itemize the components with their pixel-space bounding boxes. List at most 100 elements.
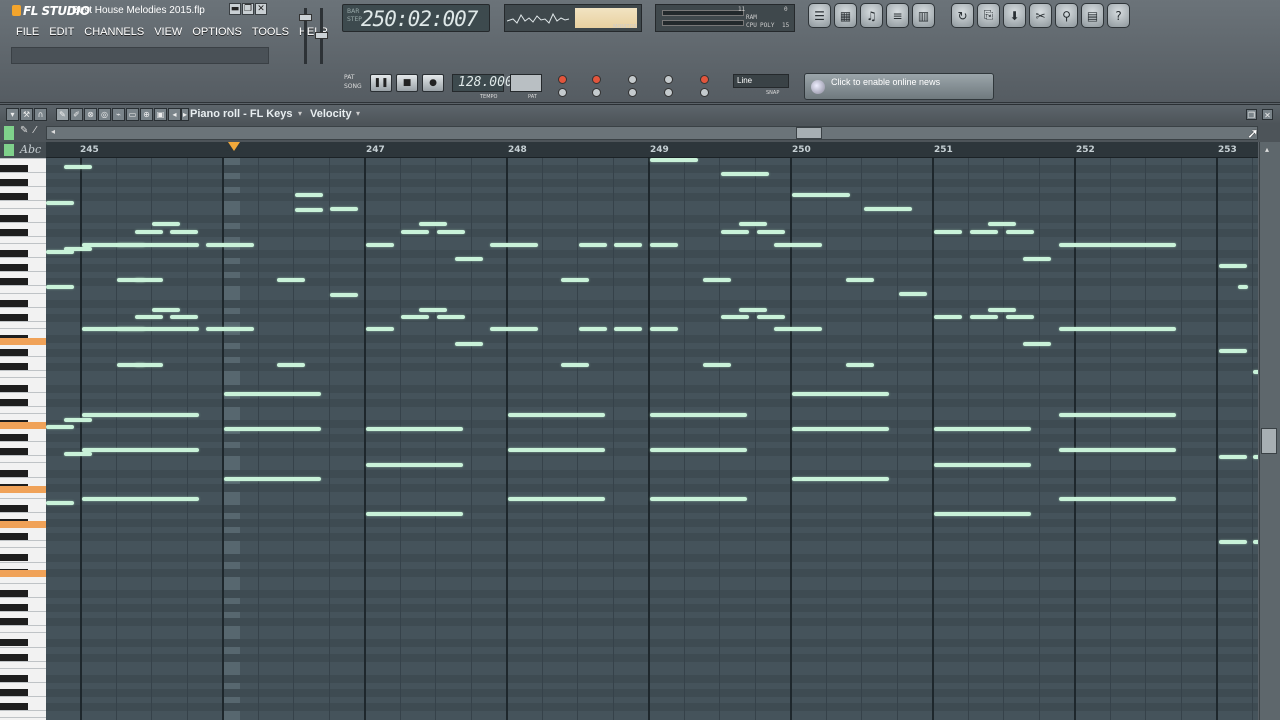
chevron-down-icon[interactable]: ▾ xyxy=(298,109,302,118)
white-key[interactable] xyxy=(0,321,46,322)
vertical-scroll-thumb[interactable] xyxy=(1261,428,1277,454)
piano-roll-note[interactable] xyxy=(650,158,698,162)
white-key[interactable] xyxy=(0,512,46,513)
white-key[interactable] xyxy=(0,717,46,718)
brush-icon[interactable]: ⁄ xyxy=(34,125,36,136)
black-key[interactable] xyxy=(0,689,28,696)
black-key[interactable] xyxy=(0,229,28,236)
white-key[interactable] xyxy=(0,236,46,237)
piano-roll-note[interactable] xyxy=(1059,497,1176,501)
pressed-key[interactable] xyxy=(0,486,46,493)
black-key[interactable] xyxy=(0,434,28,441)
online-news-panel[interactable]: Click to enable online news xyxy=(804,73,994,100)
piano-roll-note[interactable] xyxy=(1238,285,1248,289)
black-key[interactable] xyxy=(0,179,28,186)
piano-roll-note[interactable] xyxy=(64,452,92,456)
piano-roll-note[interactable] xyxy=(135,315,163,319)
wait-input-icon[interactable] xyxy=(592,88,601,97)
white-key[interactable] xyxy=(0,222,46,223)
white-key[interactable] xyxy=(0,257,46,258)
white-key[interactable] xyxy=(0,661,46,662)
pressed-key[interactable] xyxy=(0,521,46,528)
menu-file[interactable]: FILE xyxy=(11,24,44,42)
piano-roll-note[interactable] xyxy=(46,425,74,429)
color-swatch[interactable] xyxy=(4,126,14,140)
piano-roll-note[interactable] xyxy=(490,327,538,331)
piano-roll-note[interactable] xyxy=(419,308,447,312)
white-key[interactable] xyxy=(0,668,46,669)
pattern-selector[interactable] xyxy=(510,74,542,92)
note-grid[interactable] xyxy=(46,158,1258,720)
black-key[interactable] xyxy=(0,349,28,356)
piano-roll-note[interactable] xyxy=(1253,540,1258,544)
black-key[interactable] xyxy=(0,314,28,321)
white-key[interactable] xyxy=(0,271,46,272)
white-key[interactable] xyxy=(0,583,46,584)
menu-view[interactable]: VIEW xyxy=(149,24,187,42)
oscilloscope-display[interactable]: MONITOR xyxy=(504,4,642,32)
master-volume-slider[interactable] xyxy=(315,32,328,39)
piano-roll-note[interactable] xyxy=(401,315,429,319)
piano-roll-note[interactable] xyxy=(1219,349,1247,353)
white-key[interactable] xyxy=(0,328,46,329)
piano-roll-note[interactable] xyxy=(1023,257,1051,261)
select-tool-icon[interactable]: ▭ xyxy=(126,108,139,121)
white-key[interactable] xyxy=(0,293,46,294)
piano-roll-note[interactable] xyxy=(650,327,678,331)
black-key[interactable] xyxy=(0,385,28,392)
piano-roll-note[interactable] xyxy=(455,257,483,261)
piano-roll-note[interactable] xyxy=(721,172,769,176)
piano-roll-note[interactable] xyxy=(437,230,465,234)
black-key[interactable] xyxy=(0,654,28,661)
save-icon[interactable]: ⎘ xyxy=(977,3,1000,28)
help-icon[interactable]: ? xyxy=(1107,3,1130,28)
piano-roll-note[interactable] xyxy=(152,222,180,226)
note-name-toggle[interactable]: Abc xyxy=(0,142,46,158)
menu-tools[interactable]: TOOLS xyxy=(247,24,294,42)
piano-roll-note[interactable] xyxy=(739,308,767,312)
multilink-icon[interactable] xyxy=(664,88,673,97)
piano-roll-note[interactable] xyxy=(295,208,323,212)
delete-tool-icon[interactable]: ⊗ xyxy=(84,108,97,121)
menu-options[interactable]: OPTIONS xyxy=(187,24,247,42)
piano-roll-note[interactable] xyxy=(988,222,1016,226)
piano-roll-note[interactable] xyxy=(508,448,605,452)
black-key[interactable] xyxy=(0,618,28,625)
piano-roll-note[interactable] xyxy=(703,278,731,282)
piano-roll-note[interactable] xyxy=(650,497,747,501)
pat-song-switch[interactable]: PAT SONG xyxy=(344,73,362,91)
pencil-icon[interactable]: ✎ xyxy=(20,125,28,136)
black-key[interactable] xyxy=(0,264,28,271)
white-key[interactable] xyxy=(0,406,46,407)
white-key[interactable] xyxy=(0,172,46,173)
white-key[interactable] xyxy=(0,682,46,683)
countdown-icon[interactable] xyxy=(592,75,601,84)
cpu-display[interactable]: 11 RAM CPU POLY 0 15 xyxy=(655,4,795,32)
piano-roll-note[interactable] xyxy=(934,230,962,234)
minimize-button[interactable]: ▬ xyxy=(229,3,241,15)
piano-roll-note[interactable] xyxy=(579,327,607,331)
piano-roll-note[interactable] xyxy=(508,497,605,501)
piano-roll-note[interactable] xyxy=(864,207,912,211)
black-key[interactable] xyxy=(0,363,28,370)
piano-roll-note[interactable] xyxy=(792,392,889,396)
piano-roll-note[interactable] xyxy=(792,193,850,197)
piano-roll-note[interactable] xyxy=(792,427,889,431)
piano-roll-note[interactable] xyxy=(846,278,874,282)
piano-roll-note[interactable] xyxy=(366,512,463,516)
piano-roll-note[interactable] xyxy=(650,243,678,247)
piano-roll-note[interactable] xyxy=(224,392,321,396)
white-key[interactable] xyxy=(0,547,46,548)
record-button[interactable]: ● xyxy=(422,74,444,92)
metronome-icon[interactable] xyxy=(558,88,567,97)
piano-roll-note[interactable] xyxy=(206,327,254,331)
piano-roll-note[interactable] xyxy=(1253,370,1258,374)
playhead-marker[interactable] xyxy=(228,142,240,151)
black-key[interactable] xyxy=(0,604,28,611)
horizontal-scrollbar[interactable]: ◂ xyxy=(46,126,1258,140)
piano-roll-note[interactable] xyxy=(1253,455,1258,459)
piano-roll-note[interactable] xyxy=(561,363,589,367)
white-key[interactable] xyxy=(0,540,46,541)
white-key[interactable] xyxy=(0,498,46,499)
menu-edit[interactable]: EDIT xyxy=(44,24,79,42)
